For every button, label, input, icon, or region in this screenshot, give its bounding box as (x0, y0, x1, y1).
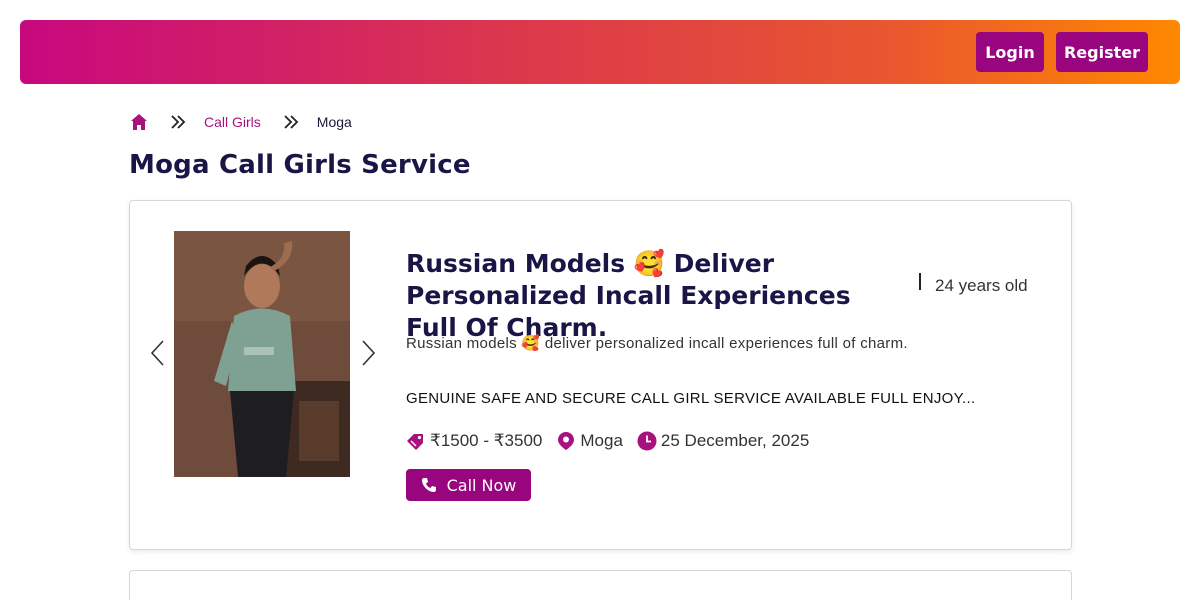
price-item: ₹1500 - ₹3500 (406, 431, 542, 451)
register-button[interactable]: Register (1056, 32, 1148, 72)
breadcrumb-call-girls-link[interactable]: Call Girls (204, 114, 261, 130)
price-tag-icon (406, 431, 426, 451)
top-navbar: Login Register (20, 20, 1180, 84)
listing-card-next[interactable] (129, 570, 1072, 600)
listing-meta: ₹1500 - ₹3500 Moga 25 December, 2025 (406, 431, 823, 451)
date-item: 25 December, 2025 (637, 431, 809, 451)
breadcrumb: Call Girls Moga (130, 112, 352, 132)
carousel-prev-icon[interactable] (148, 338, 168, 368)
chevron-double-right-icon (170, 114, 186, 130)
price-range: ₹1500 - ₹3500 (430, 431, 543, 450)
login-button[interactable]: Login (976, 32, 1044, 72)
profile-photo[interactable] (174, 231, 350, 477)
page-title: Moga Call Girls Service (129, 150, 471, 180)
location-pin-icon (556, 431, 576, 451)
listing-highlight: GENUINE SAFE AND SECURE CALL GIRL SERVIC… (406, 390, 976, 407)
location-label: Moga (580, 431, 623, 450)
listing-description: Russian models 🥰 deliver personalized in… (406, 335, 908, 352)
phone-icon (421, 478, 436, 492)
location-item: Moga (556, 431, 623, 451)
home-icon[interactable] (130, 113, 148, 131)
chevron-double-right-icon (283, 114, 299, 130)
listing-title[interactable]: Russian Models 🥰 Deliver Personalized In… (406, 248, 906, 344)
listing-card[interactable]: Russian Models 🥰 Deliver Personalized In… (129, 200, 1072, 550)
date-label: 25 December, 2025 (660, 431, 810, 450)
call-now-button[interactable]: Call Now (406, 469, 531, 501)
breadcrumb-current: Moga (316, 114, 352, 130)
call-now-label: Call Now (446, 475, 517, 495)
title-divider (919, 273, 921, 290)
carousel-next-icon[interactable] (358, 338, 378, 368)
clock-icon (637, 431, 657, 451)
age-label: 24 years old (935, 276, 1028, 295)
